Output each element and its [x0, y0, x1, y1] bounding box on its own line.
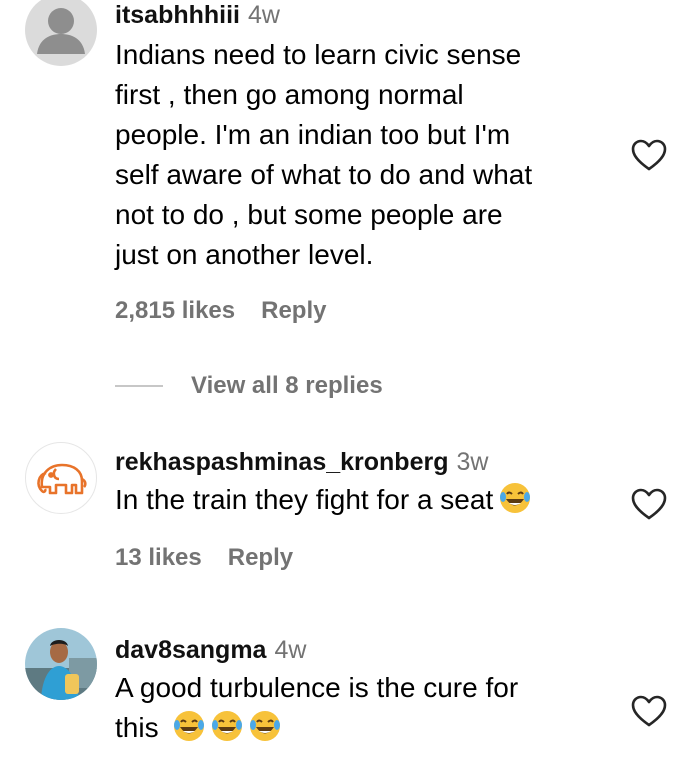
face-with-tears-of-joy-icon — [500, 483, 531, 513]
user-photo-avatar[interactable] — [25, 628, 97, 700]
comment-1: itsabhhhiii 4w Indians need to learn civi… — [0, 0, 693, 410]
comment-3: dav8sangma 4w A good turbulence is the cu… — [0, 628, 693, 773]
elephant-logo-icon[interactable] — [25, 442, 97, 514]
comment-text: A good turbulence is the cure for this — [115, 672, 519, 743]
username[interactable]: rekhaspashminas_kronberg — [115, 448, 448, 476]
view-replies-button[interactable]: View all 8 replies — [115, 372, 383, 400]
comment-text: Indians need to learn civic sense first … — [115, 39, 533, 270]
comment-meta: 2,815 likes Reply — [115, 297, 352, 325]
face-with-tears-of-joy-icon — [211, 711, 242, 741]
username[interactable]: itsabhhhiii — [115, 1, 240, 29]
face-with-tears-of-joy-icon — [173, 711, 204, 741]
comment-meta: 13 likes Reply — [115, 544, 319, 572]
username[interactable]: dav8sangma — [115, 636, 266, 664]
comment-2: rekhaspashminas_kronberg 3w In the train … — [0, 440, 693, 590]
reply-button[interactable]: Reply — [261, 297, 326, 324]
default-profile-icon[interactable] — [25, 0, 97, 66]
reply-button[interactable]: Reply — [228, 544, 293, 571]
replies-divider — [115, 385, 163, 387]
face-with-tears-of-joy-icon — [249, 711, 280, 741]
timestamp[interactable]: 4w — [274, 636, 306, 664]
like-heart-icon[interactable] — [630, 138, 668, 172]
likes-count[interactable]: 13 likes — [115, 544, 202, 571]
view-replies-label[interactable]: View all 8 replies — [191, 372, 383, 400]
like-heart-icon[interactable] — [630, 694, 668, 728]
timestamp[interactable]: 3w — [456, 448, 488, 476]
comment-text: In the train they fight for a seat — [115, 480, 605, 520]
like-heart-icon[interactable] — [630, 487, 668, 521]
timestamp[interactable]: 4w — [248, 1, 280, 29]
likes-count[interactable]: 2,815 likes — [115, 297, 235, 324]
